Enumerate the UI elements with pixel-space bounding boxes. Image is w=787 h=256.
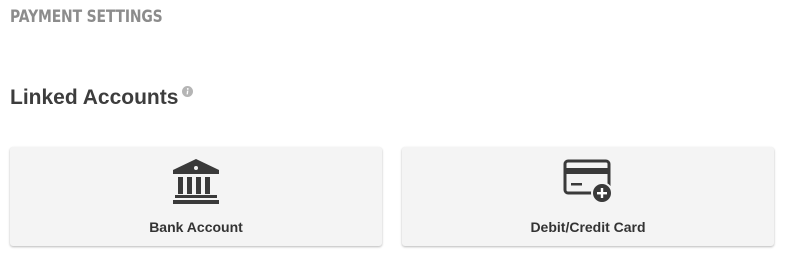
page-title: PAYMENT SETTINGS: [10, 7, 163, 27]
debit-credit-card-card[interactable]: Debit/Credit Card: [402, 147, 774, 246]
info-icon[interactable]: [182, 86, 194, 97]
bank-account-card[interactable]: Bank Account: [10, 147, 382, 246]
linked-accounts-title: Linked Accounts: [10, 86, 179, 109]
bank-icon: [173, 159, 219, 204]
linked-accounts-options: Bank Account Debit/Credit Card: [10, 147, 776, 247]
debit-credit-card-label: Debit/Credit Card: [530, 219, 646, 235]
section-heading: Linked Accounts: [10, 85, 194, 111]
credit-card-add-icon: [563, 159, 613, 204]
bank-account-label: Bank Account: [149, 219, 243, 235]
